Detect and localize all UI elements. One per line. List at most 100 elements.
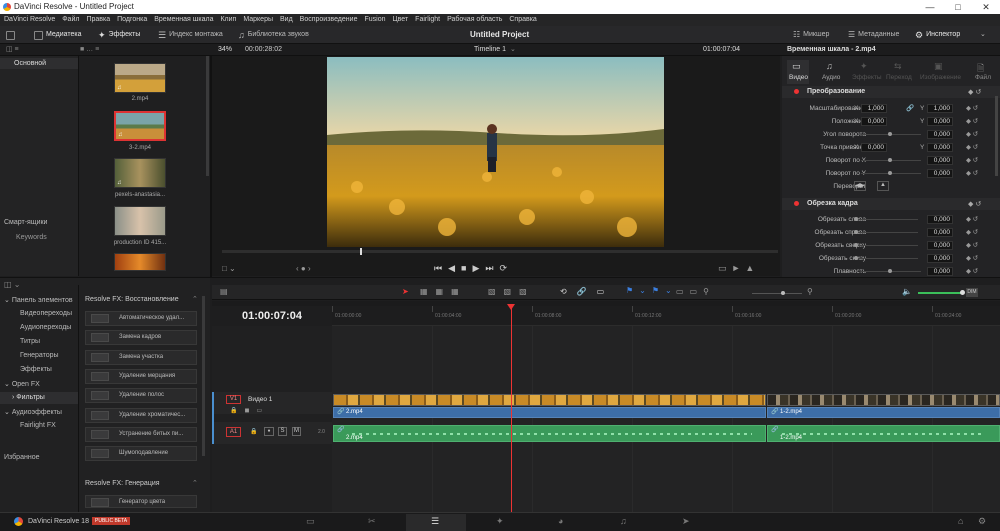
video-clip[interactable] [767, 394, 1000, 406]
fx-item[interactable]: Удаление хроматичес... [85, 408, 197, 423]
menu-item-timeline[interactable]: Временная шкала [154, 14, 213, 26]
chevron-up-icon[interactable]: ⌃ [192, 479, 198, 487]
tree-open-fx[interactable]: ⌄ Open FX [4, 380, 40, 388]
zoom-in-icon[interactable]: ⚲ [807, 287, 813, 296]
snap-link-icons[interactable]: ⟲🔗▭ [560, 287, 614, 296]
tab-image[interactable]: Изображение [920, 74, 961, 81]
dim-button[interactable]: DIM [966, 288, 978, 297]
fx-item[interactable]: Удаление полос [85, 388, 197, 403]
crop-left-slider[interactable] [858, 219, 918, 220]
close-icon[interactable]: ✕ [972, 0, 1000, 14]
deliver-page-icon[interactable]: ➤ [682, 516, 690, 527]
crop-left-field[interactable]: 0,000 [927, 215, 953, 224]
softness-field[interactable]: 0,000 [927, 267, 953, 276]
enable-dot-icon[interactable] [794, 201, 799, 206]
viewer-options-icon[interactable]: □ ⌄ [222, 264, 236, 273]
playhead[interactable] [511, 304, 512, 512]
zoom-slider-handle[interactable] [781, 291, 785, 295]
menu-item-view[interactable]: Вид [280, 14, 293, 26]
mute-button[interactable]: M [292, 427, 301, 436]
viewer-zoom[interactable]: 34% [218, 44, 232, 56]
viewer-right-controls[interactable]: ▭►▲ [718, 263, 759, 274]
crop-bottom-slider[interactable] [858, 258, 918, 259]
home-icon[interactable]: ⌂ [958, 516, 963, 526]
collapse-button[interactable]: ⌄ [980, 28, 986, 42]
yaw-field[interactable]: 0,000 [927, 169, 953, 178]
maximize-icon[interactable]: □ [944, 0, 972, 14]
menu-item-fairlight[interactable]: Fairlight [415, 14, 440, 26]
menu-item-file[interactable]: Файл [62, 14, 79, 26]
cut-page-icon[interactable]: ✂ [368, 516, 376, 527]
panel-toggle-icon[interactable]: ◫ ≡ [6, 44, 19, 56]
smart-bin-keywords[interactable]: Keywords [16, 234, 47, 241]
pointer-tool-icon[interactable]: ➤ [402, 287, 409, 296]
edit-index-button[interactable]: ☰ Индекс монтажа [158, 28, 223, 42]
crop-top-slider[interactable] [858, 245, 918, 246]
position-y-field[interactable]: 0,000 [927, 117, 953, 126]
auto-select-icon[interactable]: ● [264, 427, 274, 436]
menu-item-clip[interactable]: Клип [220, 14, 236, 26]
edit-page-icon[interactable]: ☰ [431, 516, 439, 527]
menu-item-help[interactable]: Справка [509, 14, 536, 26]
slider-handle[interactable] [888, 171, 892, 175]
inspector-button[interactable]: ⚙ Инспектор [915, 28, 960, 42]
menu-item-playback[interactable]: Воспроизведение [300, 14, 358, 26]
tree-video-transitions[interactable]: Видеопереходы [20, 310, 72, 317]
bin-master[interactable]: Основной [0, 58, 78, 69]
tree-fairlight-fx[interactable]: Fairlight FX [20, 422, 56, 429]
volume-icon[interactable]: 🔈 [902, 287, 912, 296]
video-track-id[interactable]: V1 [226, 395, 241, 404]
minimize-icon[interactable]: — [916, 0, 944, 14]
tab-effects[interactable]: Эффекты [852, 74, 882, 81]
tree-effects[interactable]: Эффекты [20, 366, 52, 373]
timeline-name[interactable]: Timeline 1 [474, 44, 506, 56]
menu-item-workspace[interactable]: Рабочая область [447, 14, 502, 26]
menu-item-resolve[interactable]: DaVinci Resolve [4, 14, 55, 26]
zoom-y-field[interactable]: 1,000 [927, 104, 953, 113]
rotation-field[interactable]: 0,000 [927, 130, 953, 139]
clip-thumbnail[interactable] [114, 253, 166, 271]
tab-file[interactable]: Файл [975, 74, 991, 81]
tab-audio[interactable]: Аудио [822, 74, 840, 81]
effects-button[interactable]: ✦ Эффекты [98, 28, 140, 42]
view-mode-icons[interactable]: ■ … ≡ [80, 44, 99, 56]
tab-transition[interactable]: Переход [886, 74, 912, 81]
fx-item[interactable]: Шумоподавление [85, 446, 197, 461]
fx-item[interactable]: Генератор цвета [85, 495, 197, 508]
anchor-y-field[interactable]: 0,000 [927, 143, 953, 152]
color-page-icon[interactable]: ◕ [558, 516, 563, 526]
transport-controls[interactable]: ⏮◀■▶⏭⟳ [434, 263, 513, 274]
keyframe-column[interactable]: ◆ ↺ ◆ ↺ ◆ ↺ ◆ ↺ ◆ ↺ ◆ ↺ [966, 102, 986, 180]
menu-item-trim[interactable]: Подгонка [117, 14, 147, 26]
video-preview[interactable] [327, 57, 664, 247]
clip-thumbnail[interactable]: ♫ [114, 63, 166, 93]
chevron-down-icon[interactable]: ⌄ [510, 44, 516, 56]
enable-dot-icon[interactable] [794, 89, 799, 94]
fx-item[interactable]: Устранение битых пи... [85, 427, 197, 442]
fx-item[interactable]: Удаление мерцания [85, 369, 197, 384]
lock-icon[interactable]: 🔒 [250, 428, 257, 435]
fx-item[interactable]: Замена кадров [85, 330, 197, 345]
inspector-scrollbar[interactable] [995, 96, 998, 176]
fx-item[interactable]: Автоматическое удал... [85, 311, 197, 326]
slider-handle[interactable] [888, 158, 892, 162]
timeline-view-icon[interactable]: ▤ [220, 287, 228, 296]
clip-thumbnail[interactable]: ♫ [114, 158, 166, 188]
volume-handle[interactable] [960, 290, 965, 295]
audio-track-id[interactable]: A1 [226, 427, 241, 437]
tree-filters[interactable]: › Фильтры [12, 394, 45, 401]
crop-right-field[interactable]: 0,000 [927, 228, 953, 237]
flip-vertical-icon[interactable]: ▲ [877, 181, 889, 191]
timeline-ruler[interactable]: 01:00:00:00 01:00:04:00 01:00:08:00 01:0… [332, 306, 1000, 326]
menu-item-fusion[interactable]: Fusion [364, 14, 385, 26]
clip-thumbnail[interactable] [114, 206, 166, 236]
volume-slider[interactable] [918, 292, 962, 294]
menu-item-mark[interactable]: Маркеры [243, 14, 273, 26]
tree-audio-transitions[interactable]: Аудиопереходы [20, 324, 71, 331]
chevron-up-icon[interactable]: ⌃ [192, 295, 198, 303]
jog-icon[interactable]: ‹ ● › [296, 264, 311, 273]
position-x-field[interactable]: 0,000 [861, 117, 887, 126]
fx-item[interactable]: Замена участка [85, 350, 197, 365]
clip-thumbnail-selected[interactable]: ♫ [114, 111, 166, 141]
tab-video[interactable]: Видео [789, 74, 808, 81]
